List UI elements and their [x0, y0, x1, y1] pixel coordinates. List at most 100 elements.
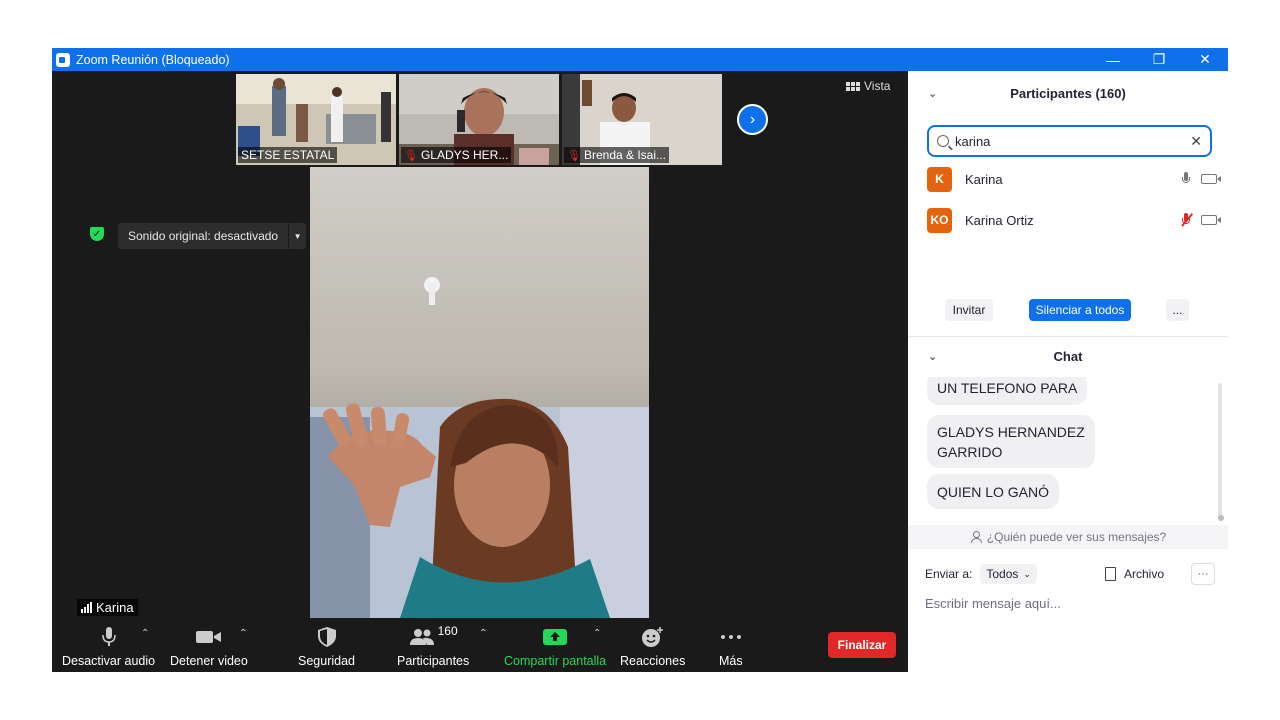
- mic-muted-icon: 🎙: [404, 149, 418, 162]
- participant-search[interactable]: ✕: [927, 125, 1212, 157]
- participant-name: Brenda & Isai...: [583, 148, 667, 162]
- chat-scrollbar[interactable]: [1218, 383, 1222, 517]
- speaker-video-image: [310, 167, 649, 618]
- zoom-window: Zoom Reunión (Bloqueado) — ❐ ✕ SETSE EST…: [52, 48, 1228, 672]
- microphone-icon: [101, 626, 117, 648]
- participants-title: Participantes (160): [1010, 85, 1126, 101]
- thumbnail-name-tag: 🎙 GLADYS HER...: [401, 147, 512, 163]
- send-to-label: Enviar a:: [925, 567, 973, 581]
- share-screen-icon: [543, 626, 568, 648]
- thumbnail-video[interactable]: 🎙 Brenda & Isai...: [562, 74, 722, 165]
- who-can-see-messages[interactable]: ¿Quién puede ver sus mensajes?: [908, 525, 1228, 549]
- view-button[interactable]: Vista: [846, 79, 890, 93]
- zoom-app-icon: [56, 52, 70, 67]
- audio-options-chevron-icon[interactable]: ⌃: [141, 628, 149, 639]
- avatar: K: [927, 166, 952, 192]
- meeting-toolbar: Desactivar audio ⌃ Detener video ⌃ Segur…: [52, 618, 908, 672]
- chevron-down-icon[interactable]: ▼: [288, 223, 306, 249]
- view-label: Vista: [864, 79, 891, 93]
- chat-message: GLADYS HERNANDEZ GARRIDO: [927, 415, 1095, 468]
- clear-search-icon[interactable]: ✕: [1190, 133, 1202, 150]
- participant-row[interactable]: K Karina: [927, 166, 1221, 192]
- send-to-value: Todos: [986, 567, 1019, 581]
- chat-header: ⌄ Chat: [908, 345, 1228, 367]
- maximize-button[interactable]: ❐: [1136, 48, 1182, 71]
- more-button[interactable]: Más: [719, 626, 743, 668]
- collapse-chevron-icon[interactable]: ⌄: [928, 87, 937, 100]
- chevron-down-icon: ⌄: [1023, 568, 1031, 579]
- side-panel: ⌄ Participantes (160) ✕ K Karina KO Kari…: [908, 71, 1228, 672]
- participants-more-button[interactable]: ...: [1166, 299, 1189, 321]
- active-speaker-video[interactable]: [310, 167, 649, 618]
- microphone-muted-icon[interactable]: [1181, 213, 1193, 227]
- file-icon: [1105, 567, 1116, 581]
- share-options-chevron-icon[interactable]: ⌃: [593, 628, 601, 639]
- chat-scroll-thumb[interactable]: [1218, 515, 1224, 521]
- mic-muted-icon: 🎙: [567, 149, 581, 162]
- encryption-shield-icon[interactable]: ✓: [90, 227, 104, 241]
- collapse-chevron-icon[interactable]: ⌄: [928, 350, 937, 363]
- video-options-chevron-icon[interactable]: ⌃: [239, 628, 247, 639]
- more-dots-icon: [720, 626, 742, 648]
- send-to-row: Enviar a: Todos ⌄ Archivo ···: [925, 562, 1215, 586]
- stop-video-label: Detener video: [170, 654, 248, 668]
- participant-name: SETSE ESTATAL: [241, 148, 335, 162]
- invite-button[interactable]: Invitar: [945, 299, 993, 321]
- participant-name: Karina Ortiz: [965, 212, 1034, 228]
- thumbnail-video[interactable]: 🎙 GLADYS HER...: [399, 74, 559, 165]
- signal-strength-icon: [81, 602, 92, 613]
- reactions-label: Reacciones: [620, 654, 686, 668]
- chat-message-input[interactable]: [925, 592, 1215, 614]
- mute-all-button[interactable]: Silenciar a todos: [1029, 299, 1131, 321]
- next-page-arrow-icon[interactable]: ›: [737, 104, 768, 135]
- participants-count: 160: [437, 624, 458, 638]
- window-title: Zoom Reunión (Bloqueado): [76, 52, 230, 67]
- close-button[interactable]: ✕: [1182, 48, 1228, 71]
- video-camera-icon[interactable]: [1201, 215, 1221, 225]
- stop-video-button[interactable]: Detener video: [170, 626, 248, 668]
- speaker-name-tag: Karina: [77, 599, 138, 616]
- participants-icon: 160: [409, 624, 458, 648]
- thumbnail-video[interactable]: SETSE ESTATAL: [236, 74, 396, 165]
- who-can-see-label: ¿Quién puede ver sus mensajes?: [986, 530, 1167, 544]
- chat-message: UN TELEFONO PARA: [927, 377, 1088, 405]
- participant-row[interactable]: KO Karina Ortiz: [927, 207, 1221, 233]
- participant-status-icons: [1181, 172, 1221, 186]
- participant-status-icons: [1181, 213, 1221, 227]
- microphone-icon[interactable]: [1181, 172, 1191, 186]
- mute-audio-label: Desactivar audio: [62, 654, 156, 668]
- participants-header: ⌄ Participantes (160): [908, 71, 1228, 115]
- thumbnail-name-tag: SETSE ESTATAL: [238, 147, 338, 163]
- thumbnail-name-tag: 🎙 Brenda & Isai...: [564, 147, 670, 163]
- chat-messages[interactable]: UN TELEFONO PARA GLADYS HERNANDEZ GARRID…: [908, 377, 1228, 525]
- participants-label: Participantes: [397, 654, 470, 668]
- participant-name: GLADYS HER...: [420, 148, 509, 162]
- video-camera-icon[interactable]: [1201, 174, 1221, 184]
- file-button[interactable]: Archivo: [1105, 567, 1164, 581]
- security-label: Seguridad: [298, 654, 355, 668]
- send-to-select[interactable]: Todos ⌄: [980, 564, 1037, 584]
- chat-message: QUIEN LO GANÓ: [927, 474, 1060, 509]
- security-button[interactable]: Seguridad: [298, 626, 355, 668]
- speaker-name: Karina: [96, 600, 134, 615]
- participants-button[interactable]: 160 Participantes: [397, 624, 470, 668]
- reactions-button[interactable]: Reacciones: [620, 626, 685, 668]
- smiley-plus-icon: [641, 626, 665, 648]
- participants-actions: Invitar Silenciar a todos ...: [908, 299, 1228, 323]
- chat-more-button[interactable]: ···: [1191, 563, 1215, 585]
- share-screen-label: Compartir pantalla: [504, 654, 607, 668]
- grid-view-icon: [846, 81, 860, 91]
- chat-title: Chat: [1053, 348, 1083, 364]
- original-sound-label: Sonido original: desactivado: [128, 229, 279, 243]
- share-screen-button[interactable]: Compartir pantalla: [504, 626, 606, 668]
- video-area: SETSE ESTATAL 🎙 GLADYS HER... 🎙 Brenda &…: [52, 71, 908, 672]
- end-meeting-button[interactable]: Finalizar: [828, 632, 896, 658]
- participant-search-input[interactable]: [955, 133, 1175, 149]
- search-icon: [937, 135, 949, 147]
- original-sound-toggle[interactable]: Sonido original: desactivado ▼: [118, 223, 307, 249]
- more-label: Más: [719, 654, 743, 668]
- file-label: Archivo: [1124, 567, 1165, 581]
- participants-options-chevron-icon[interactable]: ⌃: [479, 628, 487, 639]
- minimize-button[interactable]: —: [1090, 48, 1136, 71]
- title-bar: Zoom Reunión (Bloqueado) — ❐ ✕: [52, 48, 1228, 71]
